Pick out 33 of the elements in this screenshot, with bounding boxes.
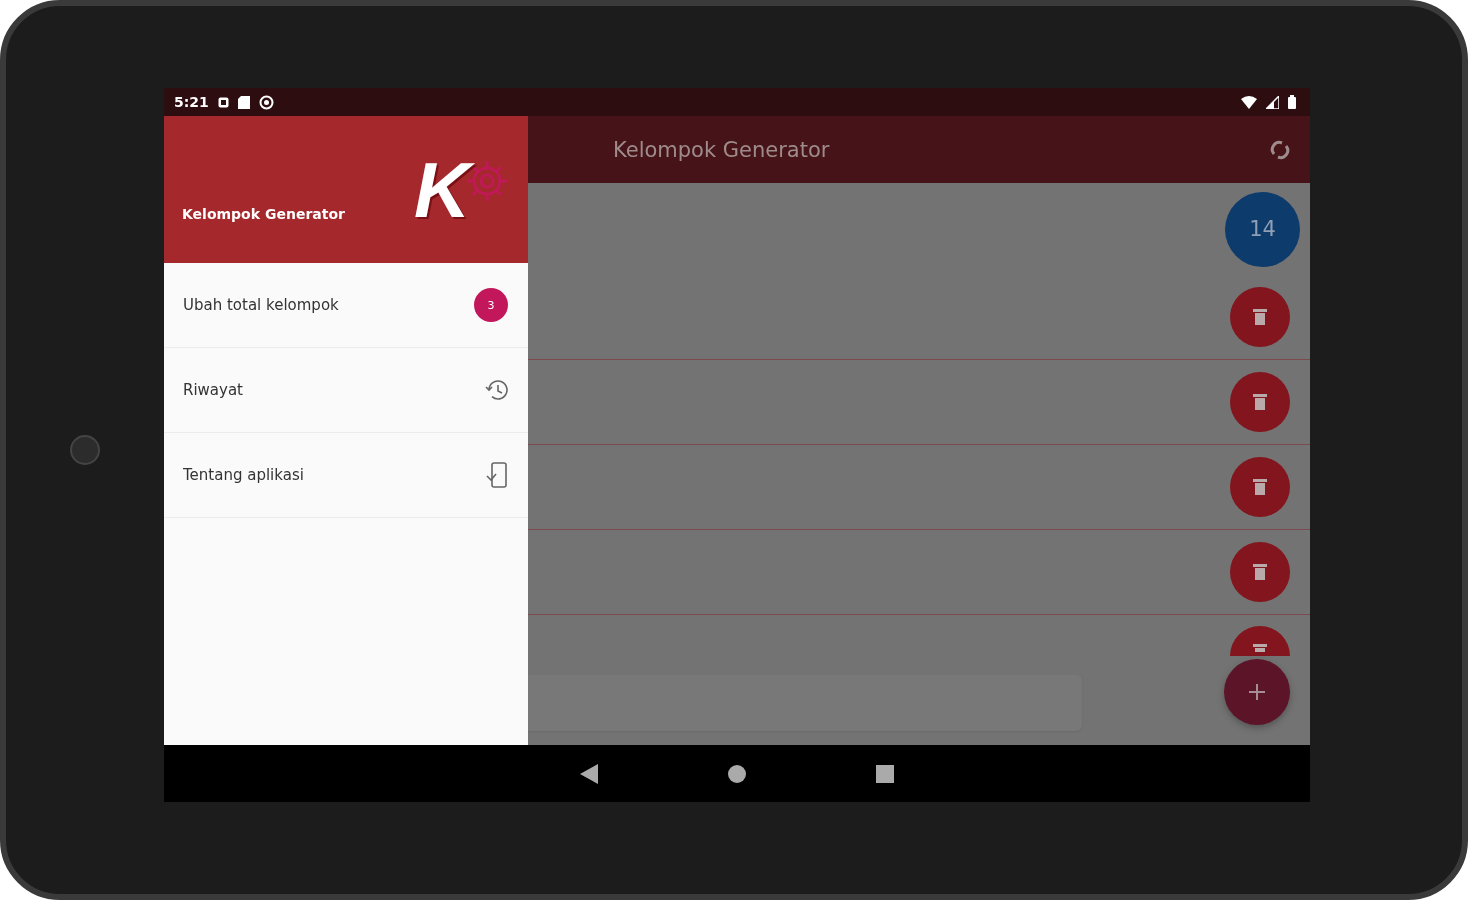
delete-button[interactable]	[1230, 457, 1290, 517]
sync-icon[interactable]	[1270, 138, 1290, 161]
phone-icon	[486, 462, 508, 488]
menu-item[interactable]: Ubah total kelompok 3	[164, 263, 528, 348]
recents-icon[interactable]	[876, 764, 894, 783]
delete-button[interactable]	[1230, 626, 1290, 656]
notification-icon	[217, 96, 229, 108]
add-button[interactable]	[1224, 659, 1290, 725]
delete-button[interactable]	[1230, 372, 1290, 432]
back-icon[interactable]	[580, 763, 598, 784]
home-icon[interactable]	[728, 764, 746, 783]
input-field[interactable]	[528, 675, 1082, 731]
wifi-icon	[1241, 95, 1257, 109]
delete-button[interactable]	[1230, 542, 1290, 602]
trash-icon	[1253, 309, 1267, 325]
trash-icon	[1253, 394, 1267, 410]
status-time: 5:21	[174, 94, 209, 110]
signal-icon	[1266, 95, 1279, 109]
trash-icon	[1253, 479, 1267, 495]
trash-icon	[1253, 644, 1267, 652]
sd-card-icon	[237, 95, 250, 109]
plus-icon	[1248, 683, 1266, 701]
battery-icon	[1288, 95, 1296, 109]
app-name: Kelompok Generator	[182, 205, 345, 222]
history-icon	[484, 379, 508, 401]
delete-button[interactable]	[1230, 287, 1290, 347]
circle-icon	[258, 94, 274, 110]
app-logo: K	[410, 149, 510, 230]
count-badge: 3	[474, 288, 508, 322]
camera-icon	[70, 435, 100, 465]
trash-icon	[1253, 564, 1267, 580]
member-count: 14	[1225, 191, 1300, 267]
app-title: Kelompok Generator	[613, 137, 830, 162]
